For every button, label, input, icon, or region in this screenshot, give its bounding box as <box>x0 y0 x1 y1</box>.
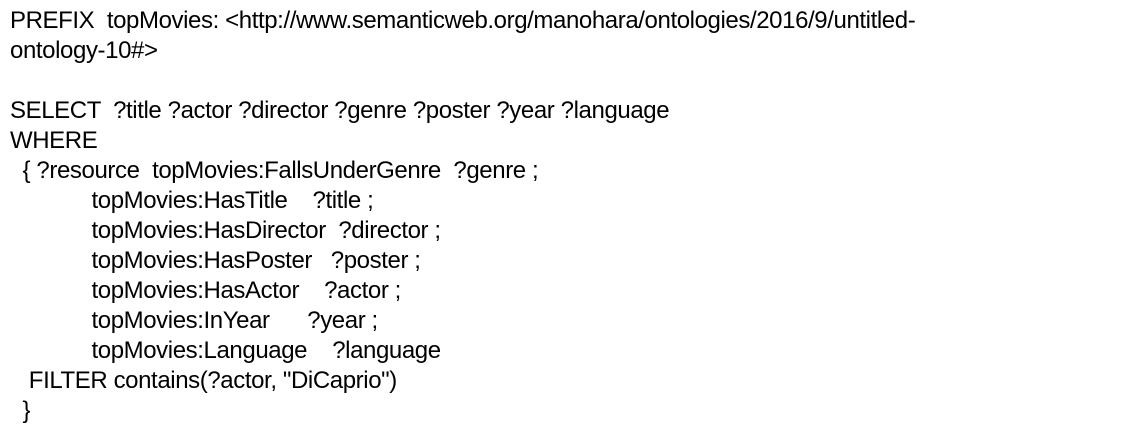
closing-brace: } <box>10 397 31 424</box>
select-clause: SELECT ?title ?actor ?director ?genre ?p… <box>10 97 670 124</box>
where-keyword: WHERE <box>10 127 98 154</box>
triple-pattern-language: topMovies:Language ?language <box>10 337 441 364</box>
triple-pattern-genre: { ?resource topMovies:FallsUnderGenre ?g… <box>10 157 539 184</box>
triple-pattern-director: topMovies:HasDirector ?director ; <box>10 217 441 244</box>
triple-pattern-poster: topMovies:HasPoster ?poster ; <box>10 247 421 274</box>
sparql-query-document: PREFIX topMovies: <http://www.semanticwe… <box>10 6 1140 426</box>
triple-pattern-year: topMovies:InYear ?year ; <box>10 307 378 334</box>
prefix-declaration-line-1: PREFIX topMovies: <http://www.semanticwe… <box>10 7 916 34</box>
filter-clause: FILTER contains(?actor, "DiCaprio") <box>10 367 397 394</box>
triple-pattern-title: topMovies:HasTitle ?title ; <box>10 187 374 214</box>
triple-pattern-actor: topMovies:HasActor ?actor ; <box>10 277 401 304</box>
prefix-declaration-line-2: ontology-10#> <box>10 37 158 64</box>
